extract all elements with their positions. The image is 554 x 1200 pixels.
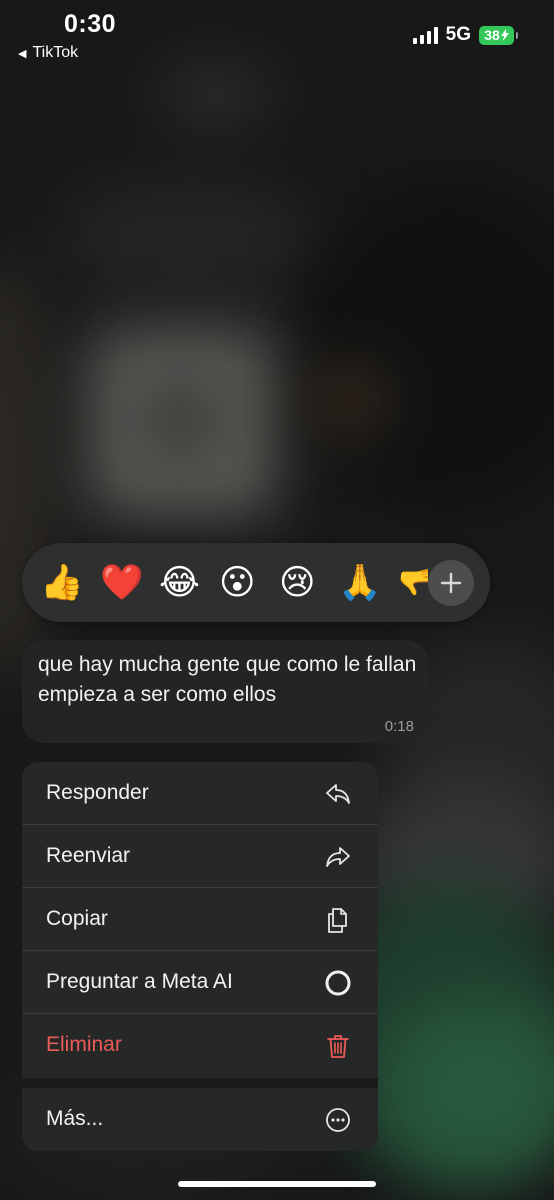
battery-charging-icon: 38 <box>479 25 518 45</box>
menu-item-label: Copiar <box>46 907 108 930</box>
more-icon <box>326 1108 350 1132</box>
status-time: 0:30 <box>64 10 117 38</box>
menu-item-label: Eliminar <box>46 1033 122 1056</box>
menu-item-more[interactable]: Más... <box>22 1088 378 1151</box>
menu-item-forward[interactable]: Reenviar <box>22 825 378 888</box>
menu-item-label: Más... <box>46 1107 104 1130</box>
message-timestamp: 0:18 <box>384 718 414 735</box>
back-to-app-button[interactable]: ◀ TikTok <box>18 44 78 62</box>
menu-item-reply[interactable]: Responder <box>22 762 378 825</box>
reaction-partial[interactable]: 🫳 <box>398 561 428 605</box>
reply-icon <box>326 784 350 804</box>
menu-item-copy[interactable]: Copiar <box>22 888 378 951</box>
message-bubble: que hay mucha gente que como le fallan e… <box>22 640 428 743</box>
reaction-heart[interactable]: ❤️ <box>100 561 144 605</box>
copy-icon <box>328 908 347 933</box>
reaction-praying[interactable]: 🙏 <box>338 561 382 605</box>
meta-ai-icon <box>325 970 351 996</box>
battery-level: 38 <box>484 27 500 43</box>
back-arrow-icon: ◀ <box>18 47 27 60</box>
menu-item-label: Responder <box>46 781 149 804</box>
home-indicator[interactable] <box>178 1181 376 1187</box>
menu-section-divider <box>22 1078 378 1088</box>
cellular-signal-icon <box>412 26 438 44</box>
network-type: 5G <box>445 24 471 45</box>
message-text: que hay mucha gente que como le fallan e… <box>38 653 417 706</box>
reaction-thumbs-up[interactable]: 👍 <box>40 561 84 605</box>
back-app-label: TikTok <box>32 44 79 61</box>
reaction-laughing[interactable]: 😂 <box>159 561 200 605</box>
plus-icon <box>440 572 462 594</box>
menu-item-label: Reenviar <box>46 844 131 867</box>
status-bar: 0:30 ◀ TikTok 5G 38 <box>0 0 554 70</box>
trash-icon <box>327 1035 349 1058</box>
forward-icon <box>326 847 350 867</box>
reaction-surprised[interactable]: 😮 <box>219 561 256 605</box>
reaction-crying[interactable]: 😢 <box>279 561 316 605</box>
message-context-menu: Responder Reenviar Copiar Preguntar a Me… <box>22 762 378 1151</box>
menu-item-ask-meta-ai[interactable]: Preguntar a Meta AI <box>22 951 378 1014</box>
menu-item-label: Preguntar a Meta AI <box>46 970 233 993</box>
reaction-bar: 👍 ❤️ 😂 😮 😢 🙏 🫳 <box>22 543 490 622</box>
menu-item-delete[interactable]: Eliminar <box>22 1014 378 1077</box>
more-reactions-button[interactable] <box>428 560 474 606</box>
